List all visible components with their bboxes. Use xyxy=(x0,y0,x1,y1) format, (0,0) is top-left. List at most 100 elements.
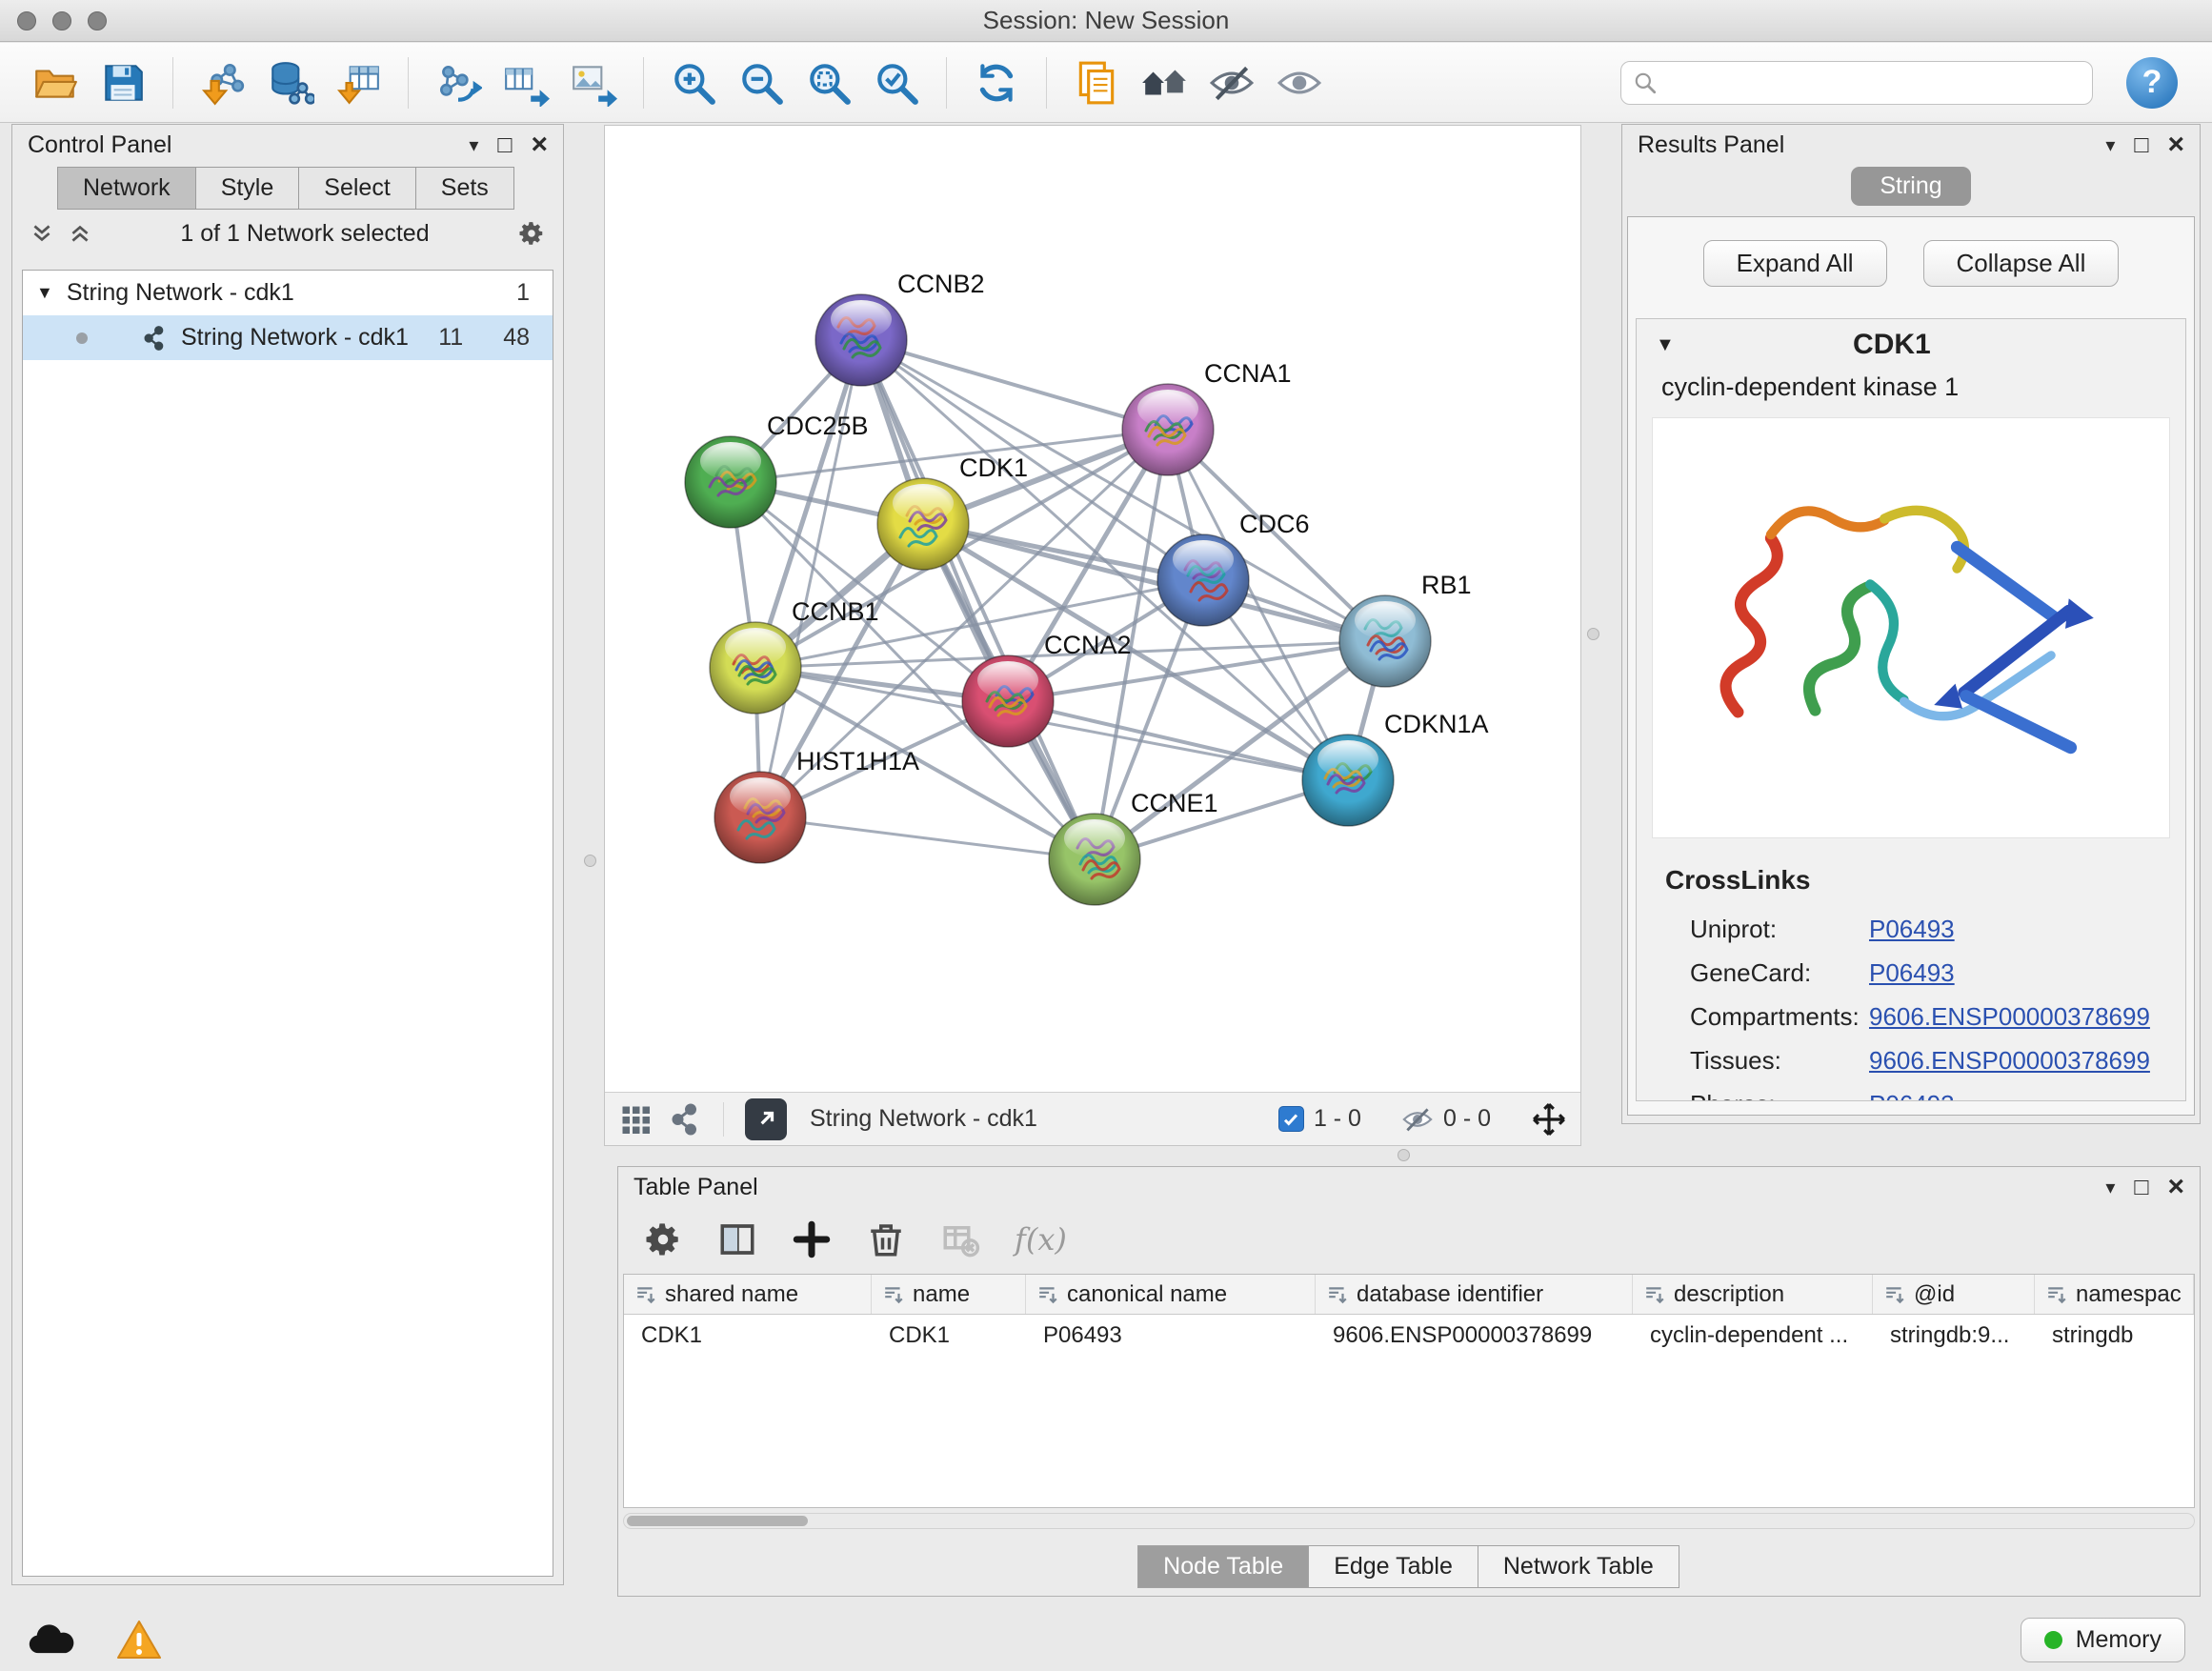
network-node[interactable] xyxy=(877,478,969,570)
export-image-button[interactable] xyxy=(563,52,624,113)
column-header[interactable]: shared name xyxy=(624,1275,872,1314)
search-input[interactable] xyxy=(1667,69,2081,96)
clone-network-button[interactable] xyxy=(1066,52,1127,113)
zoom-out-button[interactable] xyxy=(731,52,792,113)
cell-name[interactable]: CDK1 xyxy=(872,1315,1026,1357)
tab-string[interactable]: String xyxy=(1851,167,1970,206)
table-settings-gear-icon[interactable] xyxy=(643,1219,683,1259)
panel-maximize-icon[interactable]: □ xyxy=(497,131,512,159)
zoom-window-button[interactable] xyxy=(88,11,107,30)
network-edge[interactable] xyxy=(1008,701,1348,780)
network-row[interactable]: String Network - cdk1 11 48 xyxy=(23,315,553,360)
import-network-database-button[interactable] xyxy=(260,52,321,113)
home-button[interactable] xyxy=(1134,52,1195,113)
tab-sets[interactable]: Sets xyxy=(415,167,514,210)
tab-edge-table[interactable]: Edge Table xyxy=(1308,1545,1478,1588)
cloud-status-button[interactable] xyxy=(27,1619,76,1661)
network-node[interactable] xyxy=(815,294,907,386)
cell-database-identifier[interactable]: 9606.ENSP00000378699 xyxy=(1316,1315,1633,1357)
tab-style[interactable]: Style xyxy=(195,167,300,210)
panel-float-icon[interactable]: ▾ xyxy=(2105,1176,2115,1199)
table-row[interactable]: CDK1 CDK1 P06493 9606.ENSP00000378699 cy… xyxy=(624,1315,2194,1357)
panel-close-icon[interactable]: × xyxy=(2167,1173,2184,1201)
crosslink-link[interactable]: P06493 xyxy=(1869,915,1955,944)
table-horizontal-scrollbar[interactable] xyxy=(623,1513,2195,1529)
zoom-selected-button[interactable] xyxy=(866,52,927,113)
network-node[interactable] xyxy=(710,622,801,714)
close-window-button[interactable] xyxy=(17,11,36,30)
cell-id[interactable]: stringdb:9... xyxy=(1873,1315,2035,1357)
column-header[interactable]: database identifier xyxy=(1316,1275,1633,1314)
help-button[interactable]: ? xyxy=(2126,57,2178,109)
network-node[interactable] xyxy=(685,436,776,528)
network-edge[interactable] xyxy=(861,340,1095,859)
network-share-small-icon[interactable] xyxy=(668,1102,702,1137)
panel-float-icon[interactable]: ▾ xyxy=(469,133,478,157)
show-graphics-details-button[interactable] xyxy=(1269,52,1330,113)
network-edge[interactable] xyxy=(760,817,1095,859)
cell-description[interactable]: cyclin-dependent ... xyxy=(1633,1315,1873,1357)
expand-all-button[interactable]: Expand All xyxy=(1703,240,1887,287)
network-collection-row[interactable]: ▼ String Network - cdk1 1 xyxy=(23,271,553,315)
network-node[interactable] xyxy=(1302,735,1394,826)
tab-node-table[interactable]: Node Table xyxy=(1137,1545,1309,1588)
splitter-handle[interactable] xyxy=(584,855,596,867)
tree-expander-icon[interactable]: ▼ xyxy=(36,283,53,303)
birdseye-pan-icon[interactable] xyxy=(1531,1101,1567,1137)
crosslink-link[interactable]: P06493 xyxy=(1869,1090,1955,1102)
collapse-all-button[interactable]: Collapse All xyxy=(1923,240,2120,287)
zoom-fit-button[interactable] xyxy=(798,52,859,113)
panel-float-icon[interactable]: ▾ xyxy=(2105,133,2115,157)
tab-select[interactable]: Select xyxy=(298,167,415,210)
cell-shared-name[interactable]: CDK1 xyxy=(624,1315,872,1357)
network-node[interactable] xyxy=(714,772,806,863)
network-node[interactable] xyxy=(1157,534,1249,626)
column-header[interactable]: @id xyxy=(1873,1275,2035,1314)
show-columns-icon[interactable] xyxy=(717,1219,757,1259)
tab-network[interactable]: Network xyxy=(57,167,196,210)
panel-maximize-icon[interactable]: □ xyxy=(2134,131,2148,159)
add-column-plus-icon[interactable] xyxy=(792,1219,832,1259)
open-session-button[interactable] xyxy=(25,52,86,113)
network-node[interactable] xyxy=(1122,384,1214,475)
column-header[interactable]: description xyxy=(1633,1275,1873,1314)
column-header[interactable]: canonical name xyxy=(1026,1275,1316,1314)
memory-button[interactable]: Memory xyxy=(2021,1618,2185,1662)
panel-maximize-icon[interactable]: □ xyxy=(2134,1174,2148,1201)
apply-layout-button[interactable] xyxy=(966,52,1027,113)
column-header[interactable]: name xyxy=(872,1275,1026,1314)
import-table-button[interactable] xyxy=(328,52,389,113)
cell-namespace[interactable]: stringdb xyxy=(2035,1315,2194,1357)
crosslink-link[interactable]: 9606.ENSP00000378699 xyxy=(1869,1002,2150,1032)
import-network-file-button[interactable] xyxy=(192,52,253,113)
crosslink-link[interactable]: P06493 xyxy=(1869,958,1955,988)
export-table-button[interactable] xyxy=(495,52,556,113)
cell-canonical-name[interactable]: P06493 xyxy=(1026,1315,1316,1357)
splitter-handle[interactable] xyxy=(1398,1149,1410,1161)
warning-button[interactable] xyxy=(114,1619,164,1661)
column-header[interactable]: namespac xyxy=(2035,1275,2194,1314)
scrollbar-thumb[interactable] xyxy=(627,1516,808,1526)
panel-close-icon[interactable]: × xyxy=(2167,131,2184,159)
zoom-in-button[interactable] xyxy=(663,52,724,113)
export-network-button[interactable] xyxy=(428,52,489,113)
splitter-handle[interactable] xyxy=(1587,628,1599,640)
network-node[interactable] xyxy=(1049,814,1140,905)
detach-view-button[interactable] xyxy=(745,1098,787,1140)
collapse-all-icon[interactable] xyxy=(30,221,54,246)
delete-column-trash-icon[interactable] xyxy=(866,1219,906,1259)
network-edge[interactable] xyxy=(923,524,1385,641)
panel-close-icon[interactable]: × xyxy=(531,131,548,159)
selected-indicator-checkbox[interactable] xyxy=(1278,1106,1304,1132)
network-node[interactable] xyxy=(962,655,1054,747)
birdseye-grid-icon[interactable] xyxy=(618,1102,653,1137)
network-edge[interactable] xyxy=(861,340,1168,430)
expand-all-icon[interactable] xyxy=(68,221,92,246)
hide-annotations-button[interactable] xyxy=(1201,52,1262,113)
tab-network-table[interactable]: Network Table xyxy=(1478,1545,1679,1588)
gear-icon[interactable] xyxy=(517,219,546,248)
network-node[interactable] xyxy=(1339,595,1431,687)
minimize-window-button[interactable] xyxy=(52,11,71,30)
network-canvas[interactable]: CCNB2CCNA1CDC25BCDK1CDC6RB1CCNB1CCNA2CDK… xyxy=(605,126,1580,1092)
crosslink-link[interactable]: 9606.ENSP00000378699 xyxy=(1869,1046,2150,1076)
